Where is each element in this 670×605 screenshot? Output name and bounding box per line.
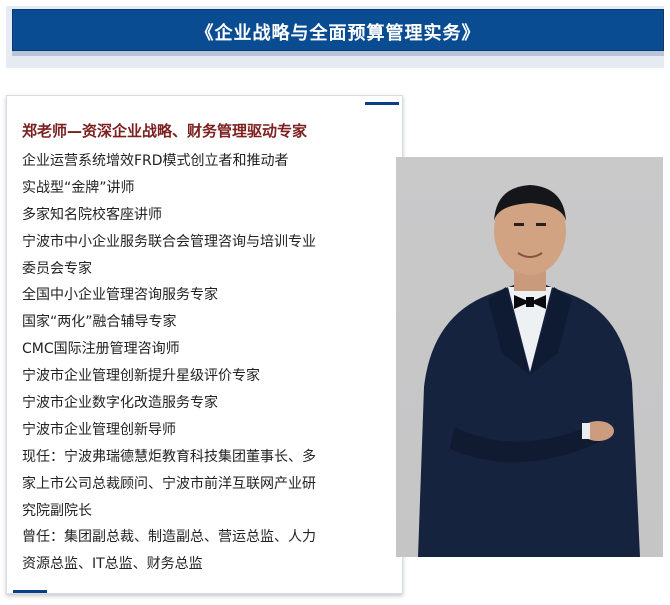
bio-line: 曾任：集团副总裁、制造副总、营运总监、人力: [22, 529, 316, 546]
bio-line: 现任：宁波弗瑞德慧炬教育科技集团董事长、多: [22, 448, 316, 465]
bio-line: 委员会专家: [22, 260, 92, 277]
accent-bar-bottom: [13, 590, 47, 593]
portrait-illustration: [418, 185, 640, 557]
bio-line: 宁波市企业数字化改造服务专家: [22, 395, 218, 412]
bio-line: 企业运营系统增效FRD模式创立者和推动者: [22, 153, 289, 169]
accent-bar-top: [365, 102, 399, 105]
bio-line: 家上市公司总裁顾问、宁波市前洋互联网产业研: [22, 475, 316, 492]
title-banner: 《企业战略与全面预算管理实务》: [12, 9, 664, 51]
bio-line: 全国中小企业管理咨询服务专家: [22, 287, 218, 304]
portrait-photo: [396, 157, 663, 557]
bio-heading: 郑老师—资深企业战略、财务管理驱动专家: [22, 122, 308, 140]
course-title: 《企业战略与全面预算管理实务》: [195, 23, 481, 44]
bio-card: 郑老师—资深企业战略、财务管理驱动专家 企业运营系统增效FRD模式创立者和推动者…: [6, 95, 403, 594]
bio-line: 多家知名院校客座讲师: [22, 206, 162, 223]
bio-line: 宁波市企业管理创新提升星级评价专家: [22, 368, 260, 385]
bio-line: CMC国际注册管理咨询师: [22, 341, 180, 358]
bio-line: 究院副院长: [22, 502, 92, 519]
bio-line: 宁波市中小企业服务联合会管理咨询与培训专业: [22, 233, 316, 250]
bio-line: 宁波市企业管理创新导师: [22, 421, 176, 438]
bio-line: 资源总监、IT总监、财务总监: [22, 556, 203, 573]
bio-line: 国家“两化”融合辅导专家: [22, 314, 177, 331]
bio-list: 企业运营系统增效FRD模式创立者和推动者 实战型“金牌”讲师 多家知名院校客座讲…: [22, 148, 392, 578]
bio-line: 实战型“金牌”讲师: [22, 179, 135, 196]
